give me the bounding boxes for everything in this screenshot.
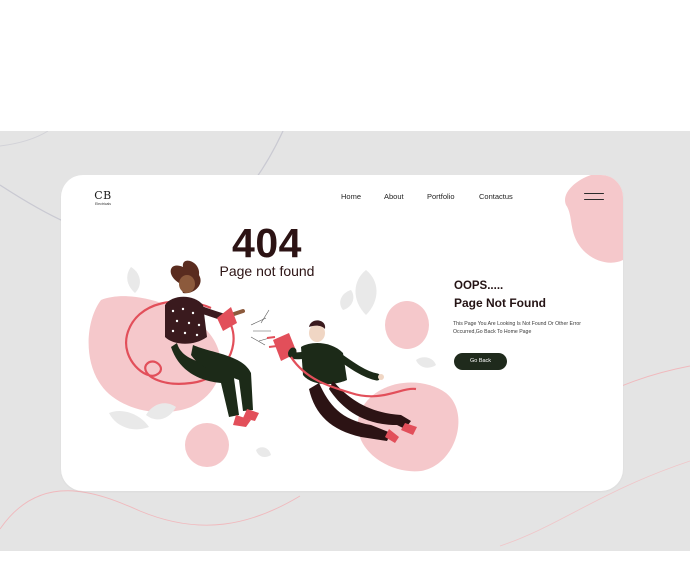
logo-subtitle: Electricals bbox=[95, 202, 111, 206]
logo-mark: CB bbox=[94, 189, 112, 202]
page-not-found-title: Page Not Found bbox=[454, 296, 546, 310]
error-card: CB Electricals Home About Portfolio Cont… bbox=[61, 175, 623, 491]
error-description: This Page You Are Looking Is Not Found O… bbox=[453, 320, 613, 336]
spark-lines bbox=[250, 309, 274, 346]
nav-contactus[interactable]: Contactus bbox=[479, 192, 513, 201]
description-line-2: Occurred,Go Back To Home Page bbox=[453, 329, 532, 335]
corner-blob bbox=[565, 175, 623, 263]
error-subtitle: Page not found bbox=[219, 263, 315, 279]
small-blob bbox=[185, 423, 229, 467]
error-code: 404 bbox=[232, 220, 302, 266]
menu-icon[interactable] bbox=[584, 191, 606, 203]
oops-heading: OOPS..... bbox=[454, 280, 504, 292]
middle-blob bbox=[385, 301, 429, 349]
logo[interactable]: CB Electricals bbox=[88, 190, 118, 207]
description-line-1: This Page You Are Looking Is Not Found O… bbox=[453, 321, 582, 327]
nav-about[interactable]: About bbox=[384, 192, 404, 201]
nav-portfolio[interactable]: Portfolio bbox=[427, 192, 455, 201]
nav-home[interactable]: Home bbox=[341, 192, 361, 201]
go-back-button[interactable]: Go Back bbox=[454, 353, 507, 370]
